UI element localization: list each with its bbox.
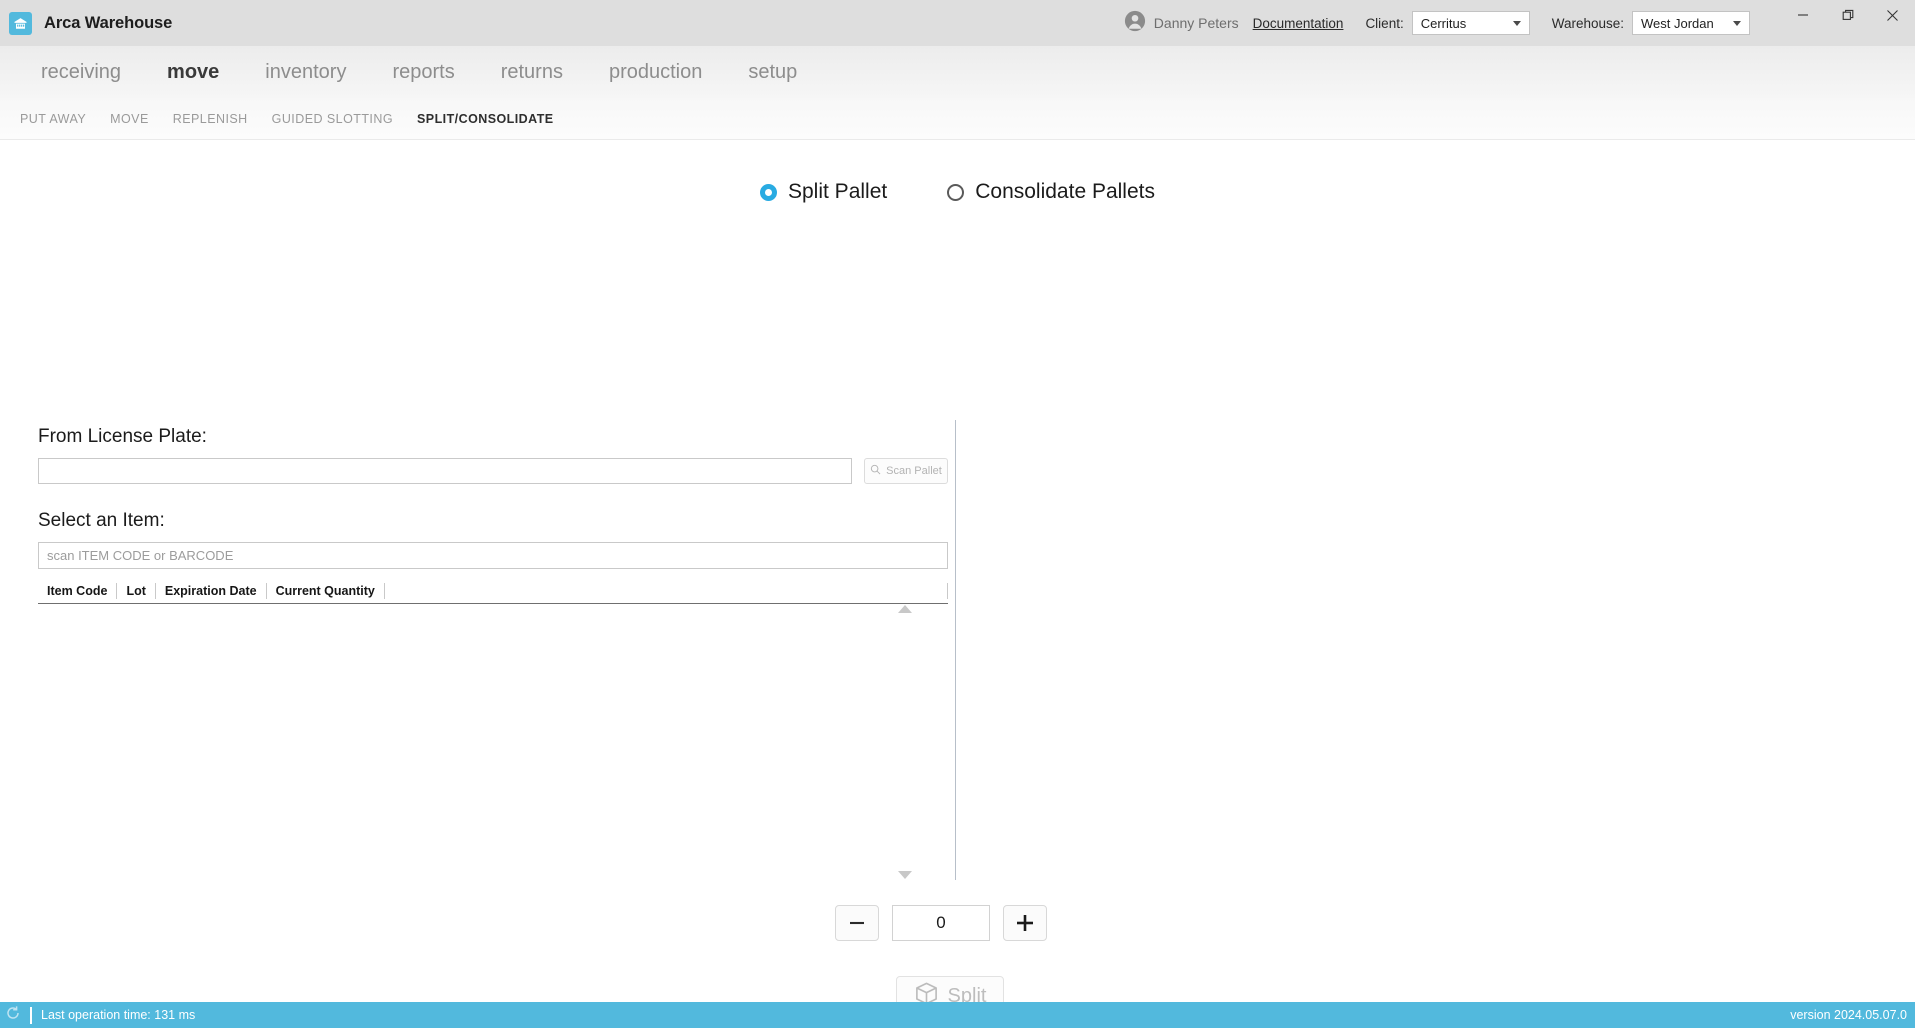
main-content: Split Pallet Consolidate Pallets From Li… — [0, 140, 1915, 1016]
subnav-item-split-consolidate[interactable]: SPLIT/CONSOLIDATE — [405, 112, 566, 126]
column-header-spacer — [385, 583, 948, 599]
user-name: Danny Peters — [1153, 15, 1239, 31]
column-header-current-quantity[interactable]: Current Quantity — [267, 583, 385, 599]
scroll-down-arrow-icon[interactable] — [898, 871, 912, 879]
nav-item-returns[interactable]: returns — [478, 61, 586, 84]
chevron-down-icon — [1512, 20, 1521, 26]
warehouse-select[interactable]: West Jordan — [1632, 11, 1750, 35]
close-button[interactable] — [1870, 0, 1915, 30]
panel-divider — [955, 420, 956, 880]
subnav-item-put-away[interactable]: PUT AWAY — [8, 112, 98, 126]
chevron-down-icon — [1733, 20, 1741, 26]
license-plate-label: From License Plate: — [38, 426, 207, 447]
app-title: Arca Warehouse — [44, 13, 173, 32]
avatar-icon — [1124, 10, 1146, 37]
minimize-button[interactable] — [1780, 0, 1825, 30]
column-header-expiration-date[interactable]: Expiration Date — [156, 583, 267, 599]
license-plate-row: Scan Pallet — [38, 458, 948, 484]
client-label: Client: — [1365, 15, 1404, 31]
status-bar: Last operation time: 131 ms version 2024… — [0, 1002, 1915, 1028]
radio-selected-icon — [760, 183, 777, 201]
sub-navigation: PUT AWAY MOVE REPLENISH GUIDED SLOTTING … — [0, 98, 1915, 140]
radio-consolidate-pallets-label: Consolidate Pallets — [975, 180, 1155, 203]
last-operation-time: Last operation time: 131 ms — [41, 1008, 196, 1022]
search-icon — [870, 462, 881, 480]
version-label: version 2024.05.07.0 — [1790, 1008, 1907, 1022]
scan-pallet-button[interactable]: Scan Pallet — [864, 458, 948, 484]
decrement-button[interactable] — [835, 905, 879, 941]
warehouse-building-icon — [9, 11, 32, 35]
documentation-link[interactable]: Documentation — [1253, 16, 1344, 31]
warehouse-label: Warehouse: — [1551, 15, 1624, 31]
select-item-label: Select an Item: — [38, 510, 165, 531]
status-divider — [30, 1006, 32, 1024]
nav-item-setup[interactable]: setup — [725, 61, 820, 84]
radio-split-pallet-label: Split Pallet — [788, 180, 888, 203]
scroll-up-arrow-icon[interactable] — [898, 605, 912, 613]
nav-item-reports[interactable]: reports — [369, 61, 477, 84]
radio-unselected-icon — [947, 183, 965, 201]
nav-item-receiving[interactable]: receiving — [18, 61, 144, 84]
main-navigation: receiving move inventory reports returns… — [0, 46, 1915, 98]
radio-consolidate-pallets[interactable]: Consolidate Pallets — [947, 180, 1155, 204]
subnav-item-guided-slotting[interactable]: GUIDED SLOTTING — [260, 112, 405, 126]
item-grid-header: Item Code Lot Expiration Date Current Qu… — [38, 579, 948, 604]
maximize-button[interactable] — [1825, 0, 1870, 30]
column-header-lot[interactable]: Lot — [117, 583, 156, 599]
license-plate-input[interactable] — [38, 458, 852, 484]
quantity-input[interactable] — [892, 905, 990, 941]
nav-item-inventory[interactable]: inventory — [242, 61, 369, 84]
radio-split-pallet[interactable]: Split Pallet — [760, 180, 887, 204]
title-bar-right-cluster: Danny Peters Documentation Client: Cerri… — [1124, 0, 1915, 46]
window-controls — [1780, 0, 1915, 46]
subnav-item-replenish[interactable]: REPLENISH — [161, 112, 260, 126]
title-bar: Arca Warehouse Danny Peters Documentatio… — [0, 0, 1915, 46]
subnav-item-move[interactable]: MOVE — [98, 112, 161, 126]
scan-pallet-label: Scan Pallet — [886, 465, 942, 477]
user-account[interactable]: Danny Peters — [1124, 10, 1239, 37]
item-search-input[interactable] — [38, 542, 948, 569]
mode-selector: Split Pallet Consolidate Pallets — [0, 140, 1915, 204]
split-form-panel: From License Plate: Scan Pallet Select a… — [38, 426, 948, 604]
nav-item-production[interactable]: production — [586, 61, 725, 84]
client-select-value: Cerritus — [1420, 15, 1467, 31]
warehouse-select-value: West Jordan — [1641, 15, 1714, 31]
client-select[interactable]: Cerritus — [1411, 11, 1530, 35]
nav-item-move[interactable]: move — [144, 61, 242, 84]
quantity-stepper — [835, 905, 1047, 941]
column-header-item-code[interactable]: Item Code — [38, 583, 118, 599]
refresh-icon[interactable] — [5, 1005, 21, 1026]
increment-button[interactable] — [1003, 905, 1047, 941]
